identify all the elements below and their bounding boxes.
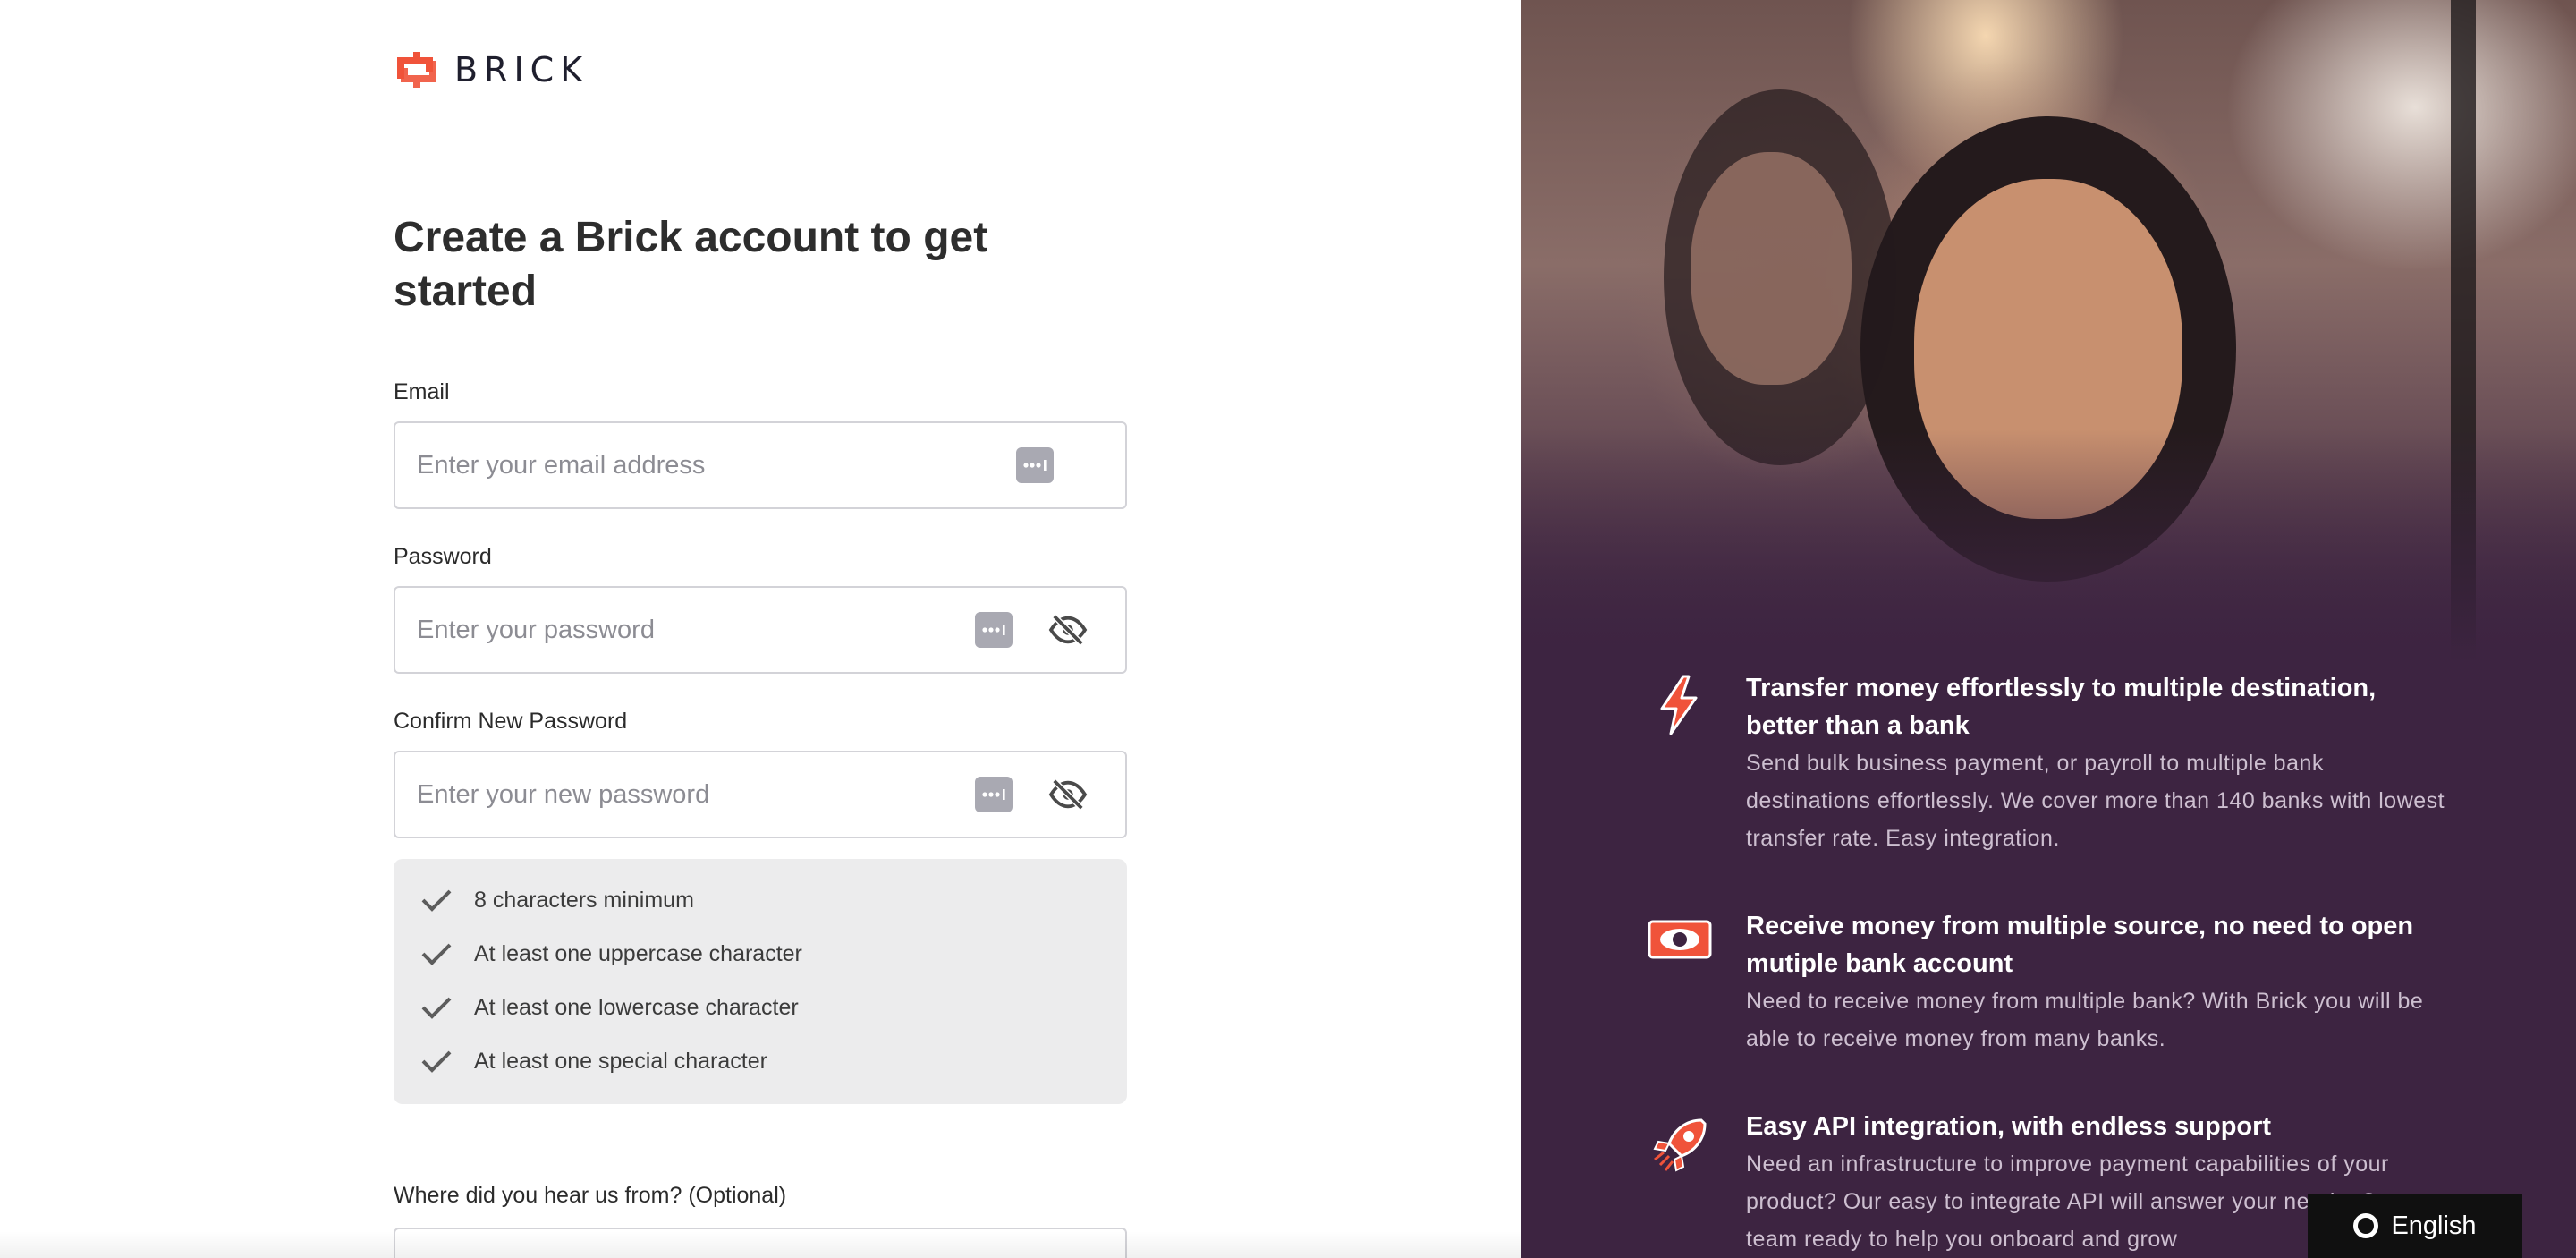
check-icon [421,943,452,965]
password-manager-icon[interactable] [975,612,1013,648]
language-label: English [2391,1211,2477,1240]
password-label: Password [394,544,492,569]
requirement-item: At least one special character [420,1043,767,1079]
dots-icon [982,625,1005,635]
check-icon [421,997,452,1019]
requirement-item: At least one uppercase character [420,936,802,972]
email-label: Email [394,379,450,404]
email-field [394,421,1127,509]
feature-title: Easy API integration, with endless suppo… [1746,1112,2272,1141]
language-button[interactable]: English [2308,1194,2522,1258]
confirm-password-field [394,751,1127,838]
check-icon [421,889,452,912]
feature-description: Send bulk business payment, or payroll t… [1746,751,2445,851]
requirement-text: At least one lowercase character [474,994,799,1020]
dots-icon [1023,460,1046,471]
requirement-item: 8 characters minimum [420,882,694,918]
password-input[interactable] [417,588,953,672]
password-manager-icon[interactable] [1016,447,1054,483]
brick-logo[interactable]: BRICK [394,48,589,91]
toggle-password-visibility-button[interactable] [1046,612,1089,648]
globe-icon [2353,1213,2379,1238]
eye-off-icon [1048,614,1088,646]
requirement-text: At least one special character [474,1048,767,1074]
lightning-icon [1660,675,1698,735]
feature-title: Transfer money effortlessly to multiple … [1746,674,2377,740]
requirement-item: At least one lowercase character [420,990,799,1025]
requirement-text: 8 characters minimum [474,887,694,913]
requirement-text: At least one uppercase character [474,940,802,966]
signup-panel: BRICK Create a Brick account to get star… [0,0,1521,1258]
feature-title: Receive money from multiple source, no n… [1746,912,2414,978]
email-input[interactable] [417,423,953,507]
rocket-icon [1653,1118,1707,1172]
confirm-password-input[interactable] [417,752,953,837]
page-title: Create a Brick account to get started [394,214,988,315]
password-manager-icon[interactable] [975,777,1013,812]
banknote-icon [1648,920,1712,959]
feature-panel: Transfer money effortlessly to multiple … [1521,0,2576,1258]
password-requirements: 8 characters minimum At least one upperc… [394,859,1127,1104]
check-icon [421,1050,452,1073]
password-field [394,586,1127,674]
hero-photo [1521,0,2576,662]
toggle-confirm-visibility-button[interactable] [1046,777,1089,812]
confirm-password-label: Confirm New Password [394,709,628,734]
eye-off-icon [1048,778,1088,811]
dots-icon [982,789,1005,800]
scroll-shadow [0,1231,1521,1258]
brick-logo-mark [397,52,436,88]
feature-description: Need to receive money from multiple bank… [1746,989,2424,1051]
brand-name: BRICK [454,50,589,89]
source-label: Where did you hear us from? (Optional) [394,1183,787,1208]
